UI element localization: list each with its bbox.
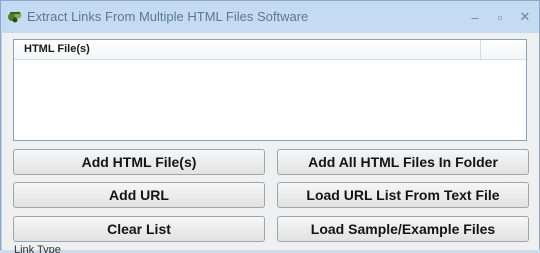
app-icon: [8, 11, 22, 23]
close-button[interactable]: ✕: [515, 7, 535, 27]
load-sample-files-button[interactable]: Load Sample/Example Files: [277, 216, 529, 242]
load-url-list-button[interactable]: Load URL List From Text File: [277, 182, 529, 208]
column-header-label: HTML File(s): [24, 43, 90, 55]
title-bar[interactable]: Extract Links From Multiple HTML Files S…: [1, 1, 539, 33]
clear-list-button[interactable]: Clear List: [13, 216, 265, 242]
maximize-button[interactable]: ▫: [490, 7, 510, 27]
app-window: Extract Links From Multiple HTML Files S…: [0, 0, 540, 253]
list-header: HTML File(s): [14, 40, 526, 60]
window-title: Extract Links From Multiple HTML Files S…: [27, 9, 309, 24]
minimize-button[interactable]: –: [465, 7, 485, 27]
html-files-list[interactable]: HTML File(s): [13, 39, 527, 141]
add-html-files-button[interactable]: Add HTML File(s): [13, 149, 265, 175]
add-url-button[interactable]: Add URL: [13, 182, 265, 208]
column-header-html-files[interactable]: HTML File(s): [14, 40, 481, 60]
list-body[interactable]: [14, 60, 526, 140]
client-area: HTML File(s) Add HTML File(s) Add All HT…: [2, 33, 539, 253]
link-type-label: Link Type: [14, 245, 61, 253]
add-all-html-in-folder-button[interactable]: Add All HTML Files In Folder: [277, 149, 529, 175]
